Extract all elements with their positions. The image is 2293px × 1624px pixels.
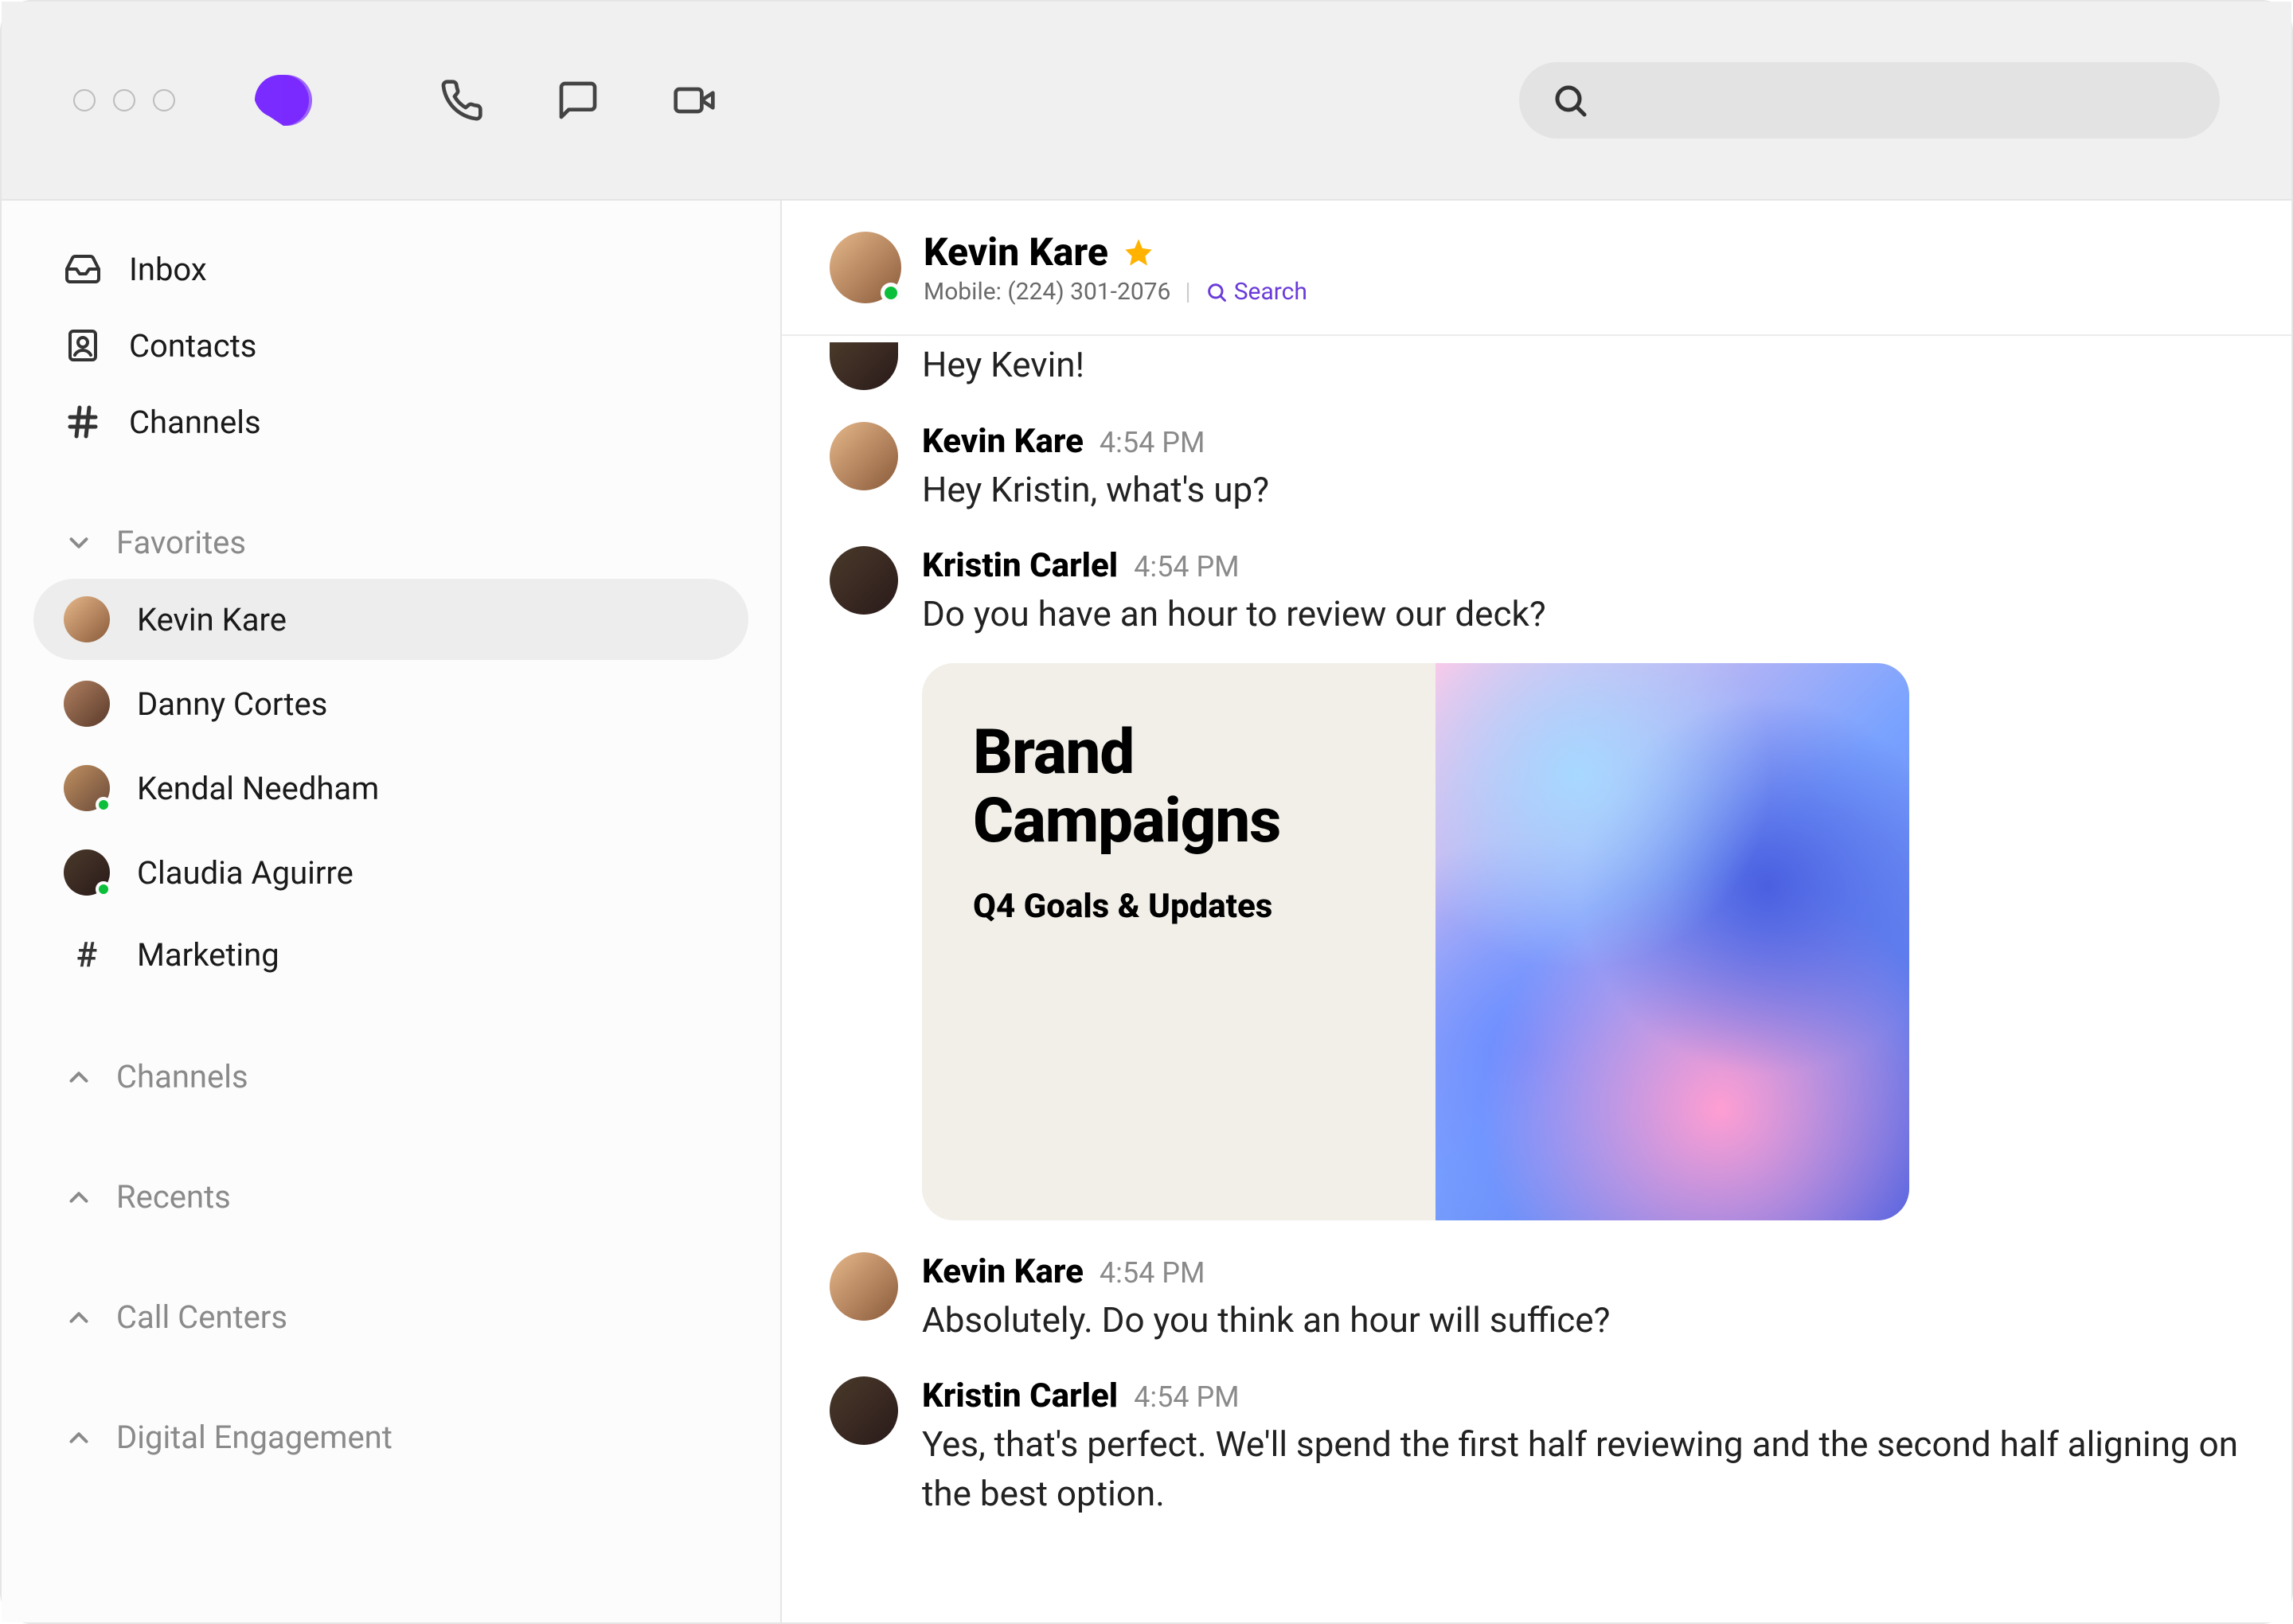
video-icon[interactable] [672, 78, 717, 123]
message-item: Kevin Kare 4:54 PM Absolutely. Do you th… [830, 1252, 2244, 1345]
message-text: Hey Kevin! [922, 341, 2244, 390]
conversation-header: Kevin Kare Mobile: (224) 301-2076 | Sear… [782, 201, 2291, 336]
contact-avatar[interactable] [830, 232, 901, 303]
nav-hash[interactable]: Channels [33, 385, 748, 459]
favorite-item[interactable]: # Marketing [33, 916, 748, 993]
avatar [830, 546, 898, 615]
favorite-label: Kevin Kare [137, 601, 287, 638]
sidebar: Inbox Contacts Channels Favorites Kevin … [2, 201, 782, 1622]
favorite-label: Claudia Aguirre [137, 854, 354, 892]
search-icon [1551, 81, 1589, 119]
star-icon[interactable] [1123, 236, 1154, 268]
message-item: Hey Kevin! [830, 336, 2244, 390]
favorite-label: Kendal Needham [137, 770, 379, 807]
favorite-label: Danny Cortes [137, 685, 327, 723]
avatar [830, 422, 898, 490]
section-recents[interactable]: Recents [33, 1161, 748, 1233]
favorite-label: Marketing [137, 936, 279, 974]
titlebar [2, 2, 2291, 201]
avatar [64, 681, 110, 727]
attachment-card[interactable]: Brand Campaigns Q4 Goals & Updates [922, 663, 1909, 1220]
nav-label: Contacts [129, 327, 256, 365]
window-zoom-dot[interactable] [153, 89, 175, 111]
section-channels[interactable]: Channels [33, 1040, 748, 1113]
chat-icon[interactable] [556, 78, 600, 123]
favorite-item[interactable]: Kendal Needham [33, 748, 748, 829]
favorite-item[interactable]: Danny Cortes [33, 663, 748, 744]
nav-contacts[interactable]: Contacts [33, 309, 748, 382]
message-time: 4:54 PM [1134, 1380, 1240, 1414]
attachment-title: Brand Campaigns [973, 719, 1385, 856]
section-favorites[interactable]: Favorites [33, 506, 748, 579]
window-minimize-dot[interactable] [113, 89, 135, 111]
contacts-icon [64, 326, 102, 365]
avatar [64, 596, 110, 642]
avatar [830, 1252, 898, 1321]
conversation-pane: Kevin Kare Mobile: (224) 301-2076 | Sear… [782, 201, 2291, 1622]
avatar [830, 1376, 898, 1445]
nav-label: Inbox [129, 251, 207, 288]
window-controls [73, 89, 175, 111]
favorite-item[interactable]: Kevin Kare [33, 579, 748, 660]
message-sender: Kevin Kare [922, 422, 1084, 461]
section-digital engagement[interactable]: Digital Engagement [33, 1401, 748, 1474]
avatar [64, 765, 110, 811]
message-item: Kevin Kare 4:54 PM Hey Kristin, what's u… [830, 422, 2244, 515]
section-call centers[interactable]: Call Centers [33, 1281, 748, 1353]
window-close-dot[interactable] [73, 89, 96, 111]
message-text: Absolutely. Do you think an hour will su… [922, 1296, 2244, 1345]
message-time: 4:54 PM [1100, 426, 1205, 459]
message-sender: Kevin Kare [922, 1252, 1084, 1291]
presence-badge [96, 881, 111, 897]
message-list: Hey Kevin! Kevin Kare 4:54 PM Hey Kristi… [782, 336, 2291, 1622]
message-text: Yes, that's perfect. We'll spend the fir… [922, 1420, 2244, 1518]
contact-name: Kevin Kare [924, 229, 1108, 275]
hash-icon [64, 403, 102, 441]
nav-label: Channels [129, 404, 261, 441]
attachment-subtitle: Q4 Goals & Updates [973, 887, 1385, 926]
call-icon[interactable] [439, 78, 484, 123]
contact-phone: Mobile: (224) 301-2076 [924, 278, 1170, 306]
message-text: Hey Kristin, what's up? [922, 466, 2244, 515]
message-item: Kristin Carlel 4:54 PM Yes, that's perfe… [830, 1376, 2244, 1518]
message-text: Do you have an hour to review our deck? [922, 590, 2244, 639]
conversation-search-link[interactable]: Search [1205, 278, 1307, 306]
app-logo [255, 75, 312, 126]
message-sender: Kristin Carlel [922, 1376, 1118, 1415]
nav-inbox[interactable]: Inbox [33, 232, 748, 306]
presence-badge [881, 283, 901, 303]
presence-badge [96, 797, 111, 813]
message-time: 4:54 PM [1134, 550, 1240, 584]
search-icon [1205, 281, 1228, 303]
avatar [64, 849, 110, 896]
favorite-item[interactable]: Claudia Aguirre [33, 832, 748, 913]
global-search[interactable] [1519, 62, 2220, 139]
avatar [830, 342, 898, 390]
message-item: Kristin Carlel 4:54 PM Do you have an ho… [830, 546, 2244, 1220]
inbox-icon [64, 250, 102, 288]
attachment-image [1436, 663, 1909, 1220]
hash-icon: # [64, 934, 110, 975]
message-sender: Kristin Carlel [922, 546, 1118, 585]
message-time: 4:54 PM [1100, 1256, 1205, 1290]
